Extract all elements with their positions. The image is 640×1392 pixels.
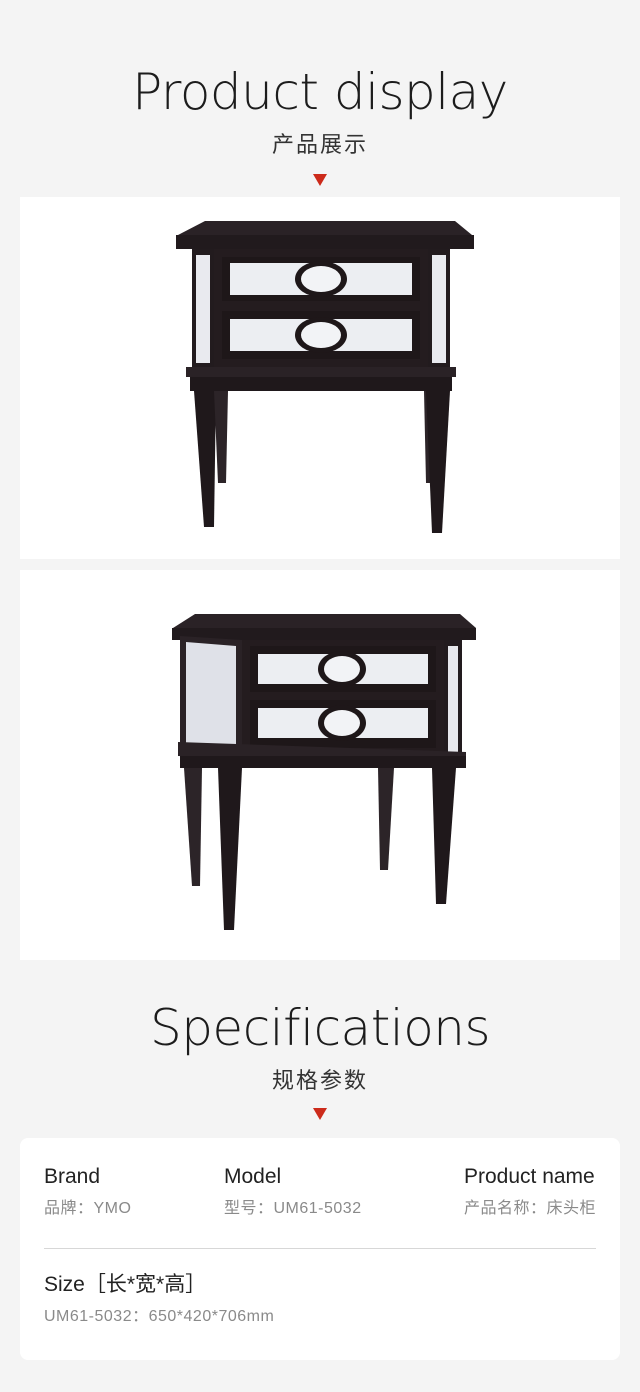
specifications-header: Specifications 规格参数	[0, 998, 640, 1120]
spec-product-name: Product name 产品名称：床头柜	[464, 1164, 596, 1220]
specifications-card: Brand 品牌：YMO Model 型号：UM61-5032 Product …	[20, 1138, 620, 1360]
down-triangle-icon	[313, 1108, 327, 1120]
spec-model-label: Model	[224, 1165, 282, 1188]
down-triangle-icon	[313, 174, 327, 186]
spec-size: Size［长*宽*高］ UM61-5032：650*420*706mm	[44, 1272, 274, 1328]
product-photo-angle	[20, 570, 620, 960]
spec-brand: Brand 品牌：YMO	[44, 1164, 131, 1220]
spec-product-name-value: 产品名称：床头柜	[463, 1200, 596, 1217]
spec-product-name-label: Product name	[463, 1165, 595, 1188]
section-title-cn: 产品展示	[271, 133, 368, 158]
section-title-en: Specifications	[149, 999, 491, 1057]
spec-model: Model 型号：UM61-5032	[224, 1164, 362, 1220]
section-title-cn: 规格参数	[271, 1069, 368, 1094]
product-display-header: Product display 产品展示	[0, 62, 640, 186]
section-title-en: Product display	[132, 63, 508, 121]
spec-size-label: Size［长*宽*高］	[44, 1273, 207, 1296]
spec-brand-label: Brand	[44, 1165, 101, 1188]
spec-brand-value: 品牌：YMO	[44, 1200, 132, 1217]
divider	[44, 1248, 596, 1249]
product-photo-front	[20, 197, 620, 559]
spec-model-value: 型号：UM61-5032	[224, 1200, 362, 1217]
spec-size-value: UM61-5032：650*420*706mm	[44, 1308, 275, 1325]
